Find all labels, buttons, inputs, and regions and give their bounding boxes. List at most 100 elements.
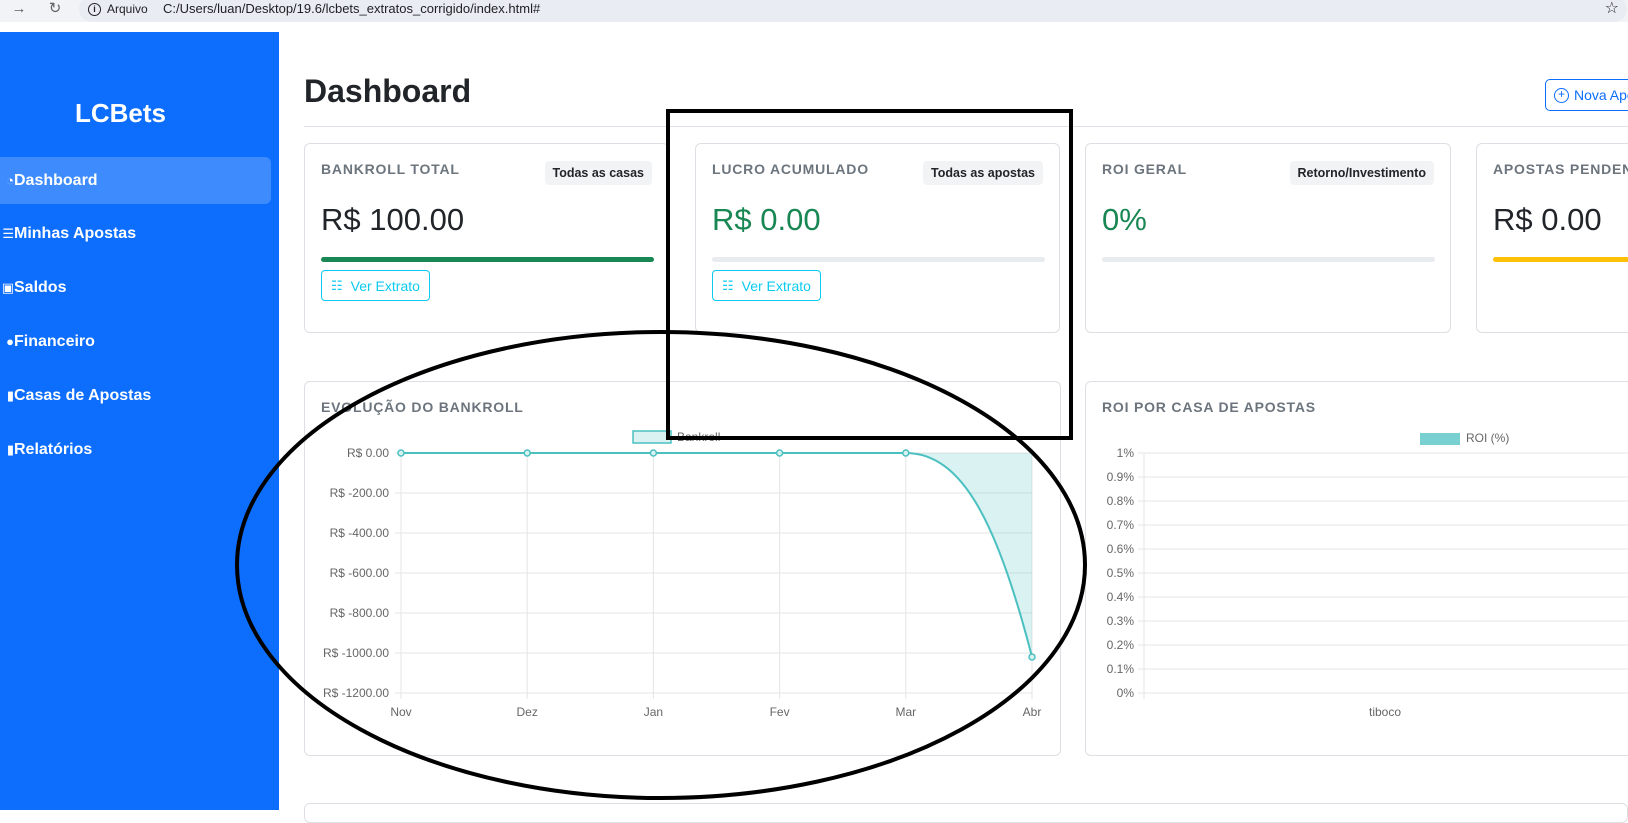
plus-circle-icon: + [1554, 87, 1569, 103]
roi-bar-chart: 1% 0.9% 0.8% 0.7% 0.6% 0.5% 0.4% 0.3% 0.2% 0.1% 0%… [1107, 431, 1628, 719]
x-tick-label: Jan [644, 705, 663, 719]
card-value: R$ 0.00 [712, 202, 821, 237]
info-icon: i [88, 2, 101, 16]
card-badge: Todas as apostas [923, 161, 1043, 185]
y-tick-label: R$ -400.00 [330, 526, 390, 540]
url-text[interactable]: C:/Users/luan/Desktop/19.6/lcbets_extrat… [163, 0, 540, 18]
card-value: R$ 0.00 [1493, 202, 1602, 237]
sidebar-item-label: Dashboard [14, 171, 98, 189]
card-lucro-acumulado: LUCRO ACUMULADO Todas as apostas R$ 0.00… [695, 143, 1060, 333]
data-point [775, 449, 784, 457]
site-info-label: Arquivo [107, 2, 148, 16]
y-tick-label: 0.5% [1107, 566, 1135, 580]
x-tick-label: Mar [895, 705, 916, 719]
progress-bar [712, 257, 1045, 262]
sidebar: LCBets ◔ Dashboard ☰ Minhas Apostas ▣ Sa… [0, 32, 279, 810]
browser-toolbar: → ↻ i Arquivo C:/Users/luan/Desktop/19.6… [0, 0, 1628, 22]
chart-card-roi: ROI POR CASA DE APOSTAS 1% 0.9% 0.8% 0.7% 0.… [1085, 381, 1628, 756]
x-tick-label: Fev [770, 705, 790, 719]
new-bet-label: Nova Apo [1574, 87, 1628, 103]
reload-icon[interactable]: ↻ [46, 0, 64, 18]
card-badge: Retorno/Investimento [1289, 161, 1434, 185]
y-tick-label: R$ 0.00 [347, 446, 389, 460]
y-tick-label: 0.7% [1107, 518, 1135, 532]
sidebar-item-financeiro[interactable]: ● Financeiro [0, 318, 271, 365]
sidebar-item-casas-de-apostas[interactable]: ▮ Casas de Apostas [0, 372, 271, 419]
ver-extrato-button[interactable]: ☷ Ver Extrato [321, 270, 430, 301]
legend-swatch [1420, 433, 1460, 445]
y-tick-label: R$ -1000.00 [323, 646, 389, 660]
header-divider [304, 126, 1628, 127]
card-value: R$ 100.00 [321, 202, 465, 237]
building-icon: ▮ [6, 387, 14, 403]
x-tick-label: Dez [517, 705, 538, 719]
x-tick-label: Abr [1023, 705, 1042, 719]
card-label: LUCRO ACUMULADO [712, 161, 869, 177]
y-tick-label: 0% [1117, 686, 1135, 700]
x-tick-label: tiboco [1369, 705, 1401, 719]
data-point [397, 449, 405, 457]
card-value: 0% [1102, 202, 1147, 237]
sidebar-item-relatorios[interactable]: ▮ Relatórios [0, 426, 271, 473]
y-tick-label: 0.2% [1107, 638, 1135, 652]
progress-bar-fill [1493, 257, 1628, 262]
y-tick-label: R$ -200.00 [330, 486, 390, 500]
y-tick-label: 0.8% [1107, 494, 1135, 508]
chart-card-bankroll: EVOLUÇÃO DO BANKROLL R$ 0.00 R$ -200.00 R$… [304, 381, 1061, 756]
list-icon: ☷ [331, 277, 343, 293]
bottom-card [304, 803, 1628, 823]
data-point [902, 449, 910, 457]
card-label: ROI GERAL [1102, 161, 1187, 177]
ver-extrato-label: Ver Extrato [741, 277, 811, 294]
y-tick-label: 0.6% [1107, 542, 1135, 556]
y-tick-label: 0.4% [1107, 590, 1135, 604]
ver-extrato-button[interactable]: ☷ Ver Extrato [712, 270, 821, 301]
sidebar-item-label: Minhas Apostas [14, 224, 137, 242]
cash-icon: ● [6, 334, 14, 349]
bookmark-star-icon[interactable]: ☆ [1605, 0, 1619, 18]
list-icon: ☰ [2, 225, 14, 241]
legend-swatch [632, 430, 672, 444]
bankroll-area-fill [401, 453, 1032, 657]
y-tick-label: 0.1% [1107, 662, 1135, 676]
bankroll-line-chart: R$ 0.00 R$ -200.00 R$ -400.00 R$ -600.00 R$ … [323, 430, 1042, 719]
forward-icon[interactable]: → [10, 0, 28, 18]
card-badge: Todas as casas [544, 161, 652, 185]
progress-bar [1493, 257, 1628, 262]
card-roi-geral: ROI GERAL Retorno/Investimento 0% [1085, 143, 1451, 333]
y-tick-label: 1% [1117, 446, 1135, 460]
data-point [523, 449, 531, 457]
card-label: APOSTAS PENDENT [1493, 161, 1628, 177]
y-tick-label: 0.3% [1107, 614, 1135, 628]
progress-bar-fill [321, 257, 654, 262]
brand-logo: LCBets [74, 98, 166, 128]
y-tick-label: 0.9% [1107, 470, 1135, 484]
data-point [1028, 653, 1036, 661]
progress-bar [321, 257, 654, 262]
ver-extrato-label: Ver Extrato [350, 277, 420, 294]
card-label: BANKROLL TOTAL [321, 161, 460, 177]
progress-bar [1102, 257, 1435, 262]
sidebar-item-dashboard[interactable]: ◔ Dashboard [0, 157, 271, 204]
y-tick-label: R$ -600.00 [330, 566, 390, 580]
bankroll-series-line [401, 452, 1033, 658]
wallet-icon: ▣ [1, 279, 14, 295]
speedometer-icon: ◔ [6, 173, 14, 188]
card-bankroll-total: BANKROLL TOTAL Todas as casas R$ 100.00 … [304, 143, 669, 333]
legend-label: Bankroll [677, 430, 720, 444]
y-tick-label: R$ -1200.00 [323, 686, 389, 700]
new-bet-button[interactable]: + Nova Apo [1545, 79, 1628, 111]
sidebar-item-saldos[interactable]: ▣ Saldos [0, 264, 271, 311]
sidebar-item-label: Saldos [14, 278, 67, 296]
data-point [649, 449, 658, 457]
site-info-chip[interactable]: i Arquivo [88, 0, 148, 18]
list-icon: ☷ [722, 277, 734, 293]
sidebar-item-minhas-apostas[interactable]: ☰ Minhas Apostas [0, 210, 271, 257]
y-tick-label: R$ -800.00 [330, 606, 390, 620]
graph-icon: ▮ [6, 441, 14, 457]
sidebar-item-label: Financeiro [14, 332, 95, 350]
x-tick-label: Nov [390, 705, 411, 719]
sidebar-item-label: Casas de Apostas [14, 386, 152, 404]
page-title: Dashboard [304, 73, 472, 109]
address-bar[interactable]: i Arquivo C:/Users/luan/Desktop/19.6/lcb… [79, 0, 1627, 22]
